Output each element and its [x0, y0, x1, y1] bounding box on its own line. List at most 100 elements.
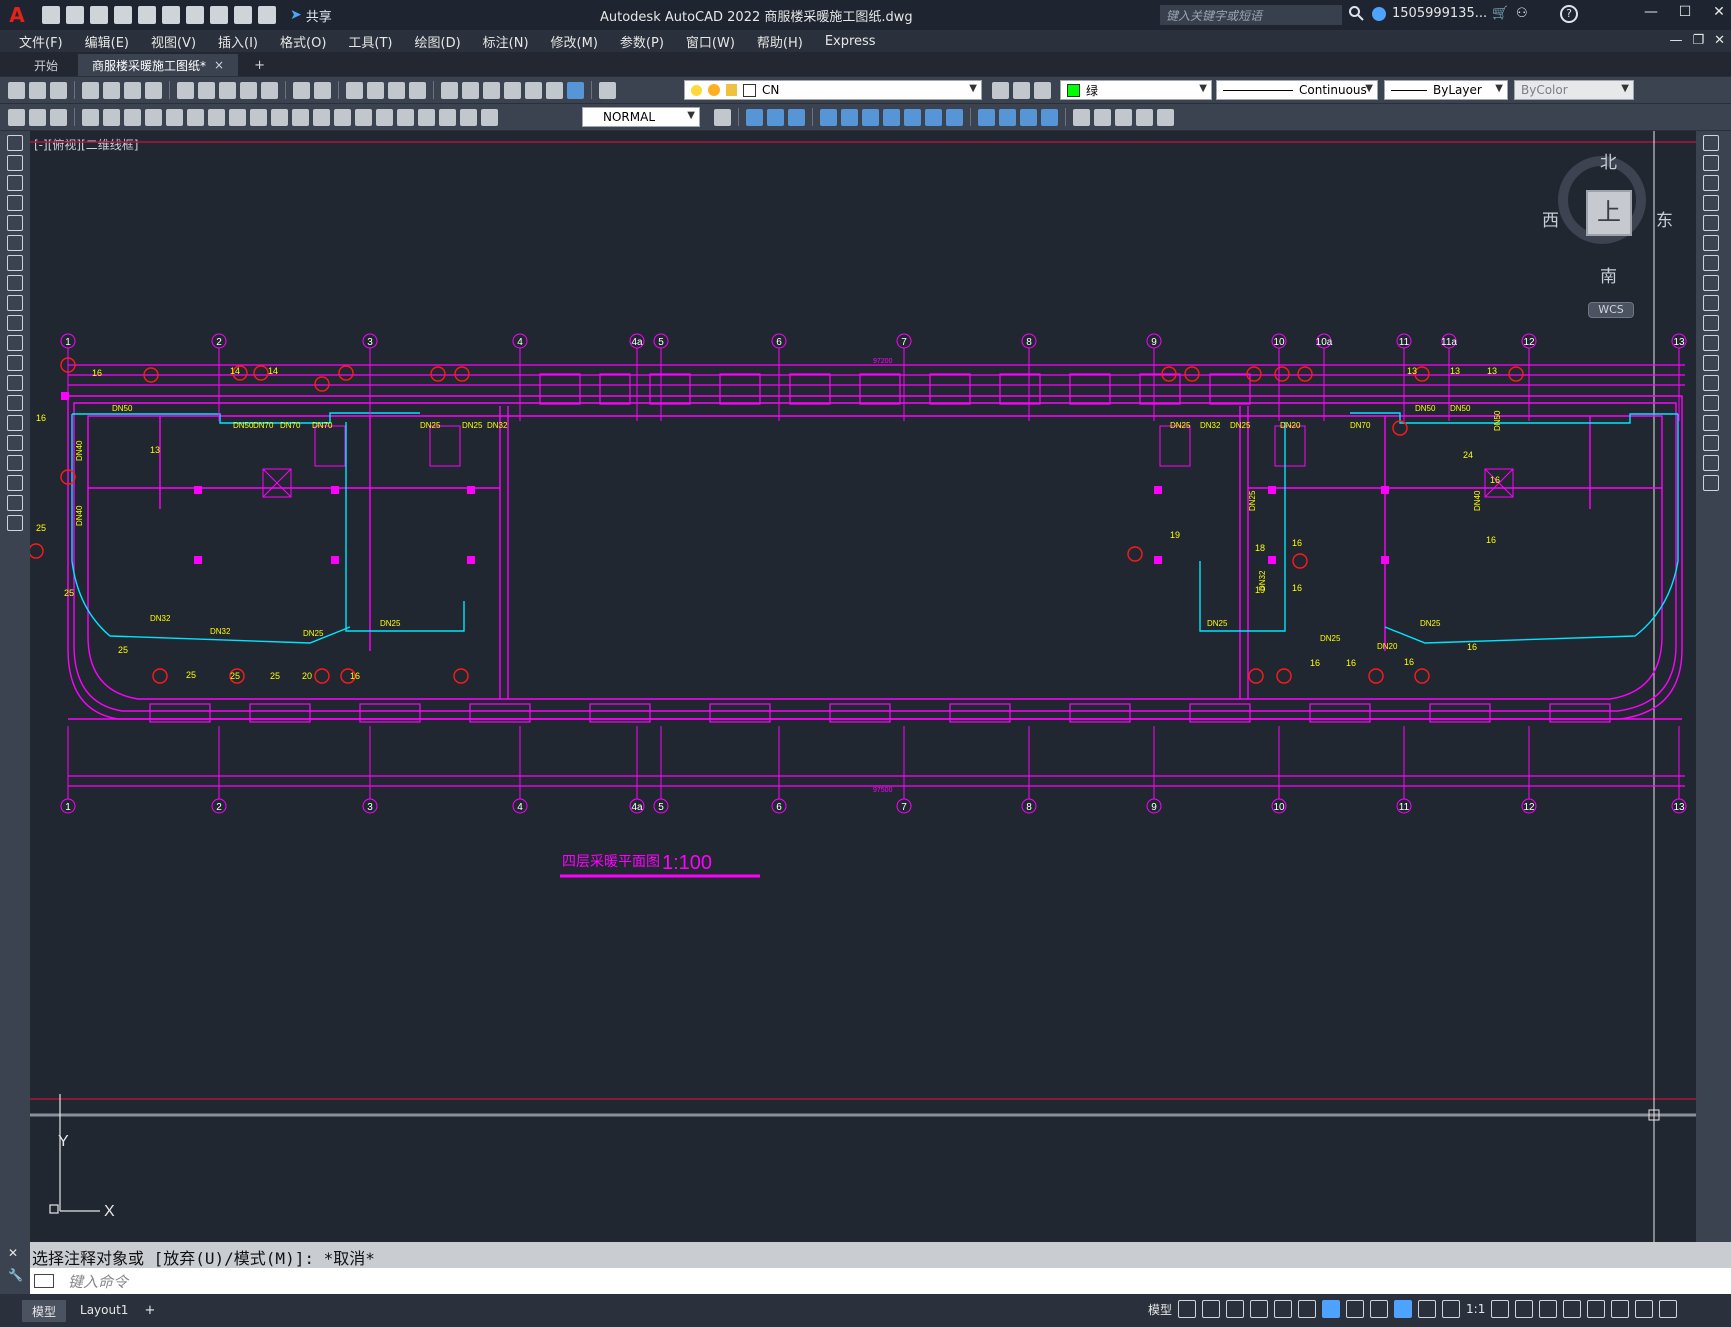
- linetype-dropdown[interactable]: Continuous ▼: [1216, 80, 1378, 100]
- polyline-icon[interactable]: [7, 175, 23, 191]
- rectangle-icon[interactable]: [7, 215, 23, 231]
- table-icon[interactable]: [7, 475, 23, 491]
- model-space-label[interactable]: 模型: [1148, 1301, 1172, 1318]
- menu-modify[interactable]: 修改(M): [540, 32, 609, 51]
- erase-icon[interactable]: [1703, 135, 1719, 151]
- menu-express[interactable]: Express: [814, 34, 887, 49]
- open-file-icon[interactable]: [66, 6, 84, 24]
- clean-screen-icon[interactable]: [1635, 1300, 1654, 1318]
- lineweight-icon[interactable]: [1346, 1300, 1365, 1318]
- compass-north[interactable]: 北: [1600, 148, 1617, 173]
- new-file-icon[interactable]: [42, 6, 60, 24]
- wcs-menu[interactable]: WCS: [1588, 302, 1634, 318]
- close-command-icon[interactable]: ✕: [8, 1246, 30, 1260]
- tolerance-icon[interactable]: [355, 108, 372, 126]
- menu-format[interactable]: 格式(O): [269, 32, 337, 51]
- menu-view[interactable]: 视图(V): [140, 32, 207, 51]
- units-icon[interactable]: [1539, 1300, 1558, 1318]
- customize-status-icon[interactable]: [1659, 1300, 1678, 1318]
- tab-layout1[interactable]: Layout1: [70, 1300, 138, 1322]
- save-to-web-icon[interactable]: [162, 6, 180, 24]
- line-icon[interactable]: [7, 135, 23, 151]
- close-icon[interactable]: ✕: [1711, 4, 1727, 20]
- free-orbit-icon[interactable]: [925, 108, 942, 126]
- dim-jogged-icon[interactable]: [187, 108, 204, 126]
- command-line[interactable]: 键入命令: [30, 1268, 1731, 1294]
- mtext-icon[interactable]: [7, 495, 23, 511]
- blend-curves-icon[interactable]: [1703, 455, 1719, 471]
- properties-icon[interactable]: [441, 81, 458, 99]
- view-iso-nw-icon[interactable]: [883, 108, 900, 126]
- menu-file[interactable]: 文件(F): [8, 32, 74, 51]
- continuous-orbit-icon[interactable]: [946, 108, 963, 126]
- design-center-icon[interactable]: [462, 81, 479, 99]
- command-input[interactable]: 键入命令: [68, 1271, 128, 1292]
- dimstyle-dropdown[interactable]: NORMAL ▼: [582, 107, 700, 127]
- viewcube-face-top[interactable]: 上: [1586, 190, 1632, 236]
- markup-icon[interactable]: [525, 81, 542, 99]
- menu-parametric[interactable]: 参数(P): [609, 32, 675, 51]
- plot-icon[interactable]: [186, 6, 204, 24]
- center-mark-icon[interactable]: [376, 108, 393, 126]
- mtext-icon[interactable]: [29, 108, 46, 126]
- undo-icon[interactable]: [210, 6, 228, 24]
- dim-update-icon[interactable]: [481, 108, 498, 126]
- fillet-icon[interactable]: [1703, 435, 1719, 451]
- menu-edit[interactable]: 编辑(E): [74, 32, 140, 51]
- save-icon[interactable]: [50, 81, 67, 99]
- lineweight-dropdown[interactable]: ByLayer ▼: [1384, 80, 1508, 100]
- isodraft-icon[interactable]: [1274, 1300, 1293, 1318]
- user-account[interactable]: 1505999135...: [1372, 6, 1487, 21]
- publish-icon[interactable]: [124, 81, 141, 99]
- snap-icon[interactable]: [1202, 1300, 1221, 1318]
- menu-tools[interactable]: 工具(T): [337, 32, 403, 51]
- viewcube[interactable]: 上 北 南 东 西 WCS: [1530, 144, 1673, 324]
- jogged-linear-icon[interactable]: [418, 108, 435, 126]
- construction-line-icon[interactable]: [7, 155, 23, 171]
- command-prompt-icon[interactable]: [34, 1274, 54, 1288]
- annotation-scale-icon[interactable]: [1442, 1300, 1461, 1318]
- tab-active-drawing[interactable]: 商服楼采暖施工图纸* ×: [78, 54, 239, 76]
- dim-text-edit-icon[interactable]: [460, 108, 477, 126]
- revision-cloud-icon[interactable]: [7, 275, 23, 291]
- quick-dim-icon[interactable]: [250, 108, 267, 126]
- polar-tracking-icon[interactable]: [1250, 1300, 1269, 1318]
- menu-help[interactable]: 帮助(H): [746, 32, 814, 51]
- quick-properties-icon[interactable]: [1563, 1300, 1582, 1318]
- match-properties-icon[interactable]: [240, 81, 257, 99]
- menu-dimension[interactable]: 标注(N): [472, 32, 540, 51]
- object-snap-icon[interactable]: [1322, 1300, 1341, 1318]
- menu-window[interactable]: 窗口(W): [675, 32, 746, 51]
- visual-style-wire-icon[interactable]: [978, 108, 995, 126]
- block-editor-icon[interactable]: [261, 81, 278, 99]
- customize-qat-icon[interactable]: [258, 6, 276, 24]
- add-selected-icon[interactable]: [7, 515, 23, 531]
- zoom-realtime-icon[interactable]: [367, 81, 384, 99]
- transparency-icon[interactable]: [1370, 1300, 1389, 1318]
- annotation-monitor-icon[interactable]: [1515, 1300, 1534, 1318]
- polygon-icon[interactable]: [7, 195, 23, 211]
- dim-angular-icon[interactable]: [229, 108, 246, 126]
- ellipse-icon[interactable]: [7, 315, 23, 331]
- plot-preview-icon[interactable]: [103, 81, 120, 99]
- circle-icon[interactable]: [7, 255, 23, 271]
- calculator-icon[interactable]: [546, 81, 563, 99]
- open-from-web-icon[interactable]: [138, 6, 156, 24]
- inspection-icon[interactable]: [397, 108, 414, 126]
- doc-restore-icon[interactable]: ❐: [1692, 33, 1704, 48]
- tab-close-icon[interactable]: ×: [214, 58, 224, 72]
- add-layout-button[interactable]: +: [144, 1303, 155, 1318]
- tab-model[interactable]: 模型: [22, 1299, 67, 1322]
- layer-properties-icon[interactable]: [599, 81, 616, 99]
- dim-edit-icon[interactable]: [439, 108, 456, 126]
- spline-icon[interactable]: [7, 295, 23, 311]
- ortho-icon[interactable]: [1226, 1300, 1245, 1318]
- auto-scale-icon[interactable]: [1418, 1300, 1437, 1318]
- visual-style-realistic-icon[interactable]: [1020, 108, 1037, 126]
- plotstyle-dropdown[interactable]: ByColor ▼: [1514, 80, 1634, 100]
- camera-icon[interactable]: [1094, 108, 1111, 126]
- view-iso-ne-icon[interactable]: [862, 108, 879, 126]
- doc-close-icon[interactable]: ✕: [1714, 33, 1725, 48]
- make-block-icon[interactable]: [7, 375, 23, 391]
- doc-minimize-icon[interactable]: —: [1669, 33, 1682, 48]
